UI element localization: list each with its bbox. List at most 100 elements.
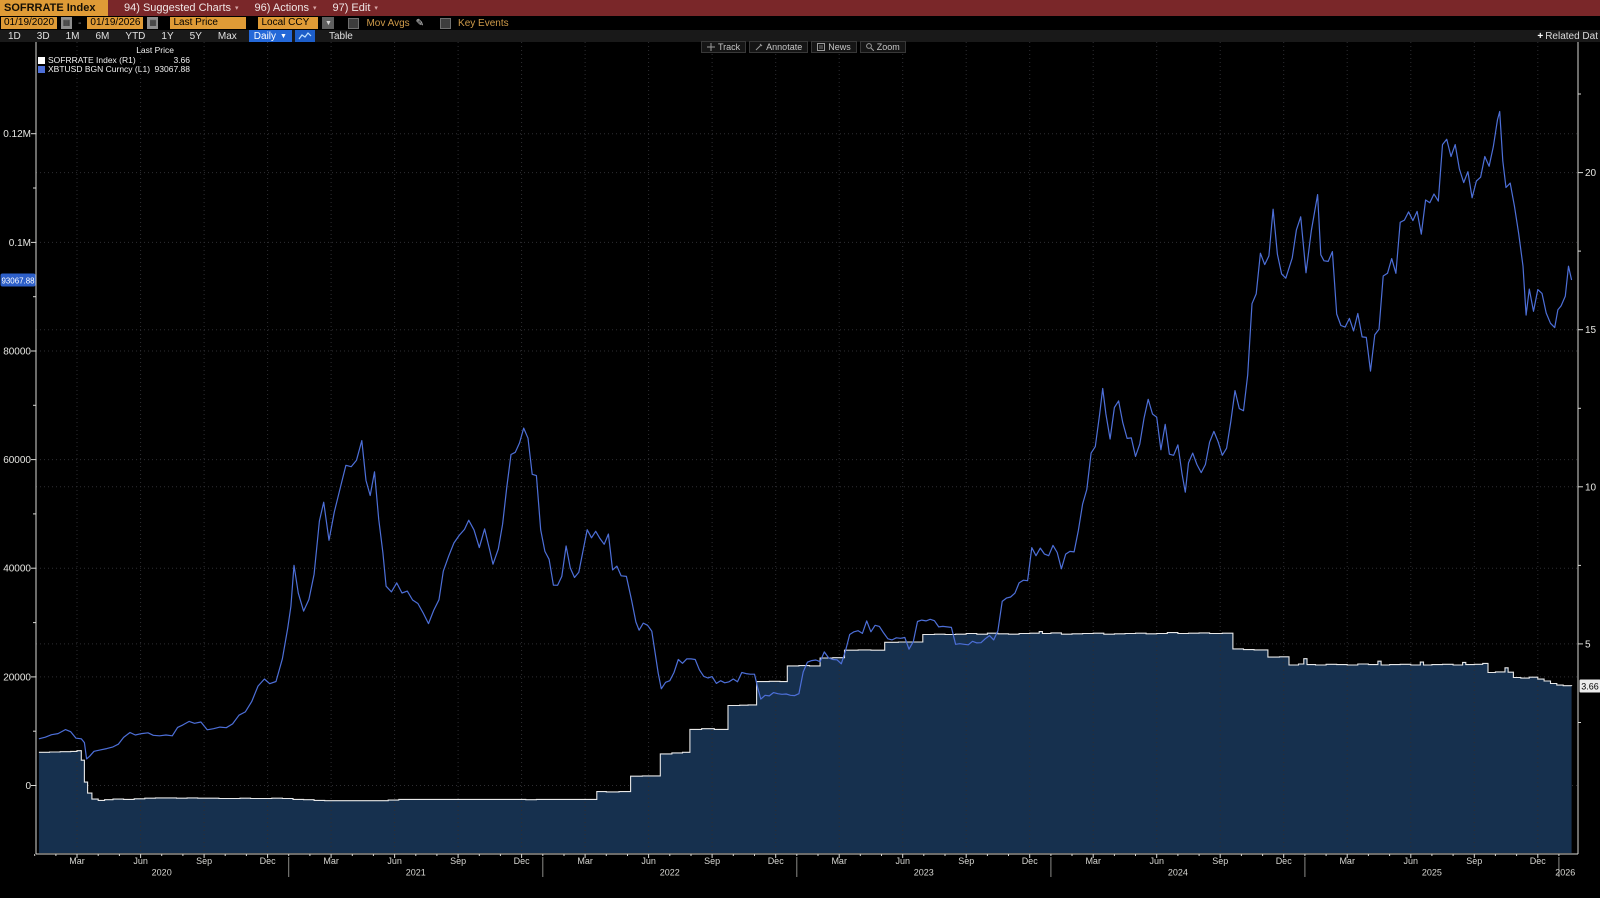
security-field[interactable]: SOFRRATE Index [0,0,108,16]
period-5y[interactable]: 5Y [182,31,210,42]
chevron-down-icon: ▼ [280,33,287,40]
chip-label: Annotate [766,42,802,52]
x-month-label: Sep [704,856,720,866]
period-3d[interactable]: 3D [29,31,58,42]
x-year-label: 2020 [152,868,172,878]
mov-avgs-checkbox[interactable] [348,18,359,29]
date-range-separator: - [78,18,81,29]
line-chart-icon [298,32,312,41]
sofr-last-price-badge-value: 3.66 [1581,682,1599,692]
y-left-label: 0 [25,781,31,792]
x-month-label: Sep [1466,856,1482,866]
legend-row-btc[interactable]: XBTUSD BGN Curncy (L1) 93067.88 [38,65,190,75]
frequency-dropdown[interactable]: Daily ▼ [249,30,292,42]
x-month-label: Mar [69,856,85,866]
pencil-icon [755,43,763,51]
x-month-label: Sep [1212,856,1228,866]
x-year-label: 2023 [914,868,934,878]
y-left-label: 60000 [3,455,31,466]
annotate-button[interactable]: Annotate [749,41,808,53]
x-month-label: Dec [1276,856,1293,866]
security-name: SOFRRATE Index [4,2,95,14]
y-left-label: 0.12M [3,129,31,140]
chip-label: Track [718,42,740,52]
x-month-label: Dec [260,856,277,866]
y-left-label: 80000 [3,347,31,358]
period-1d[interactable]: 1D [0,31,29,42]
x-year-label: 2026 [1555,868,1575,878]
x-month-label: Dec [514,856,531,866]
x-month-label: Dec [1530,856,1547,866]
pencil-icon[interactable]: ✎ [416,18,424,29]
table-button[interactable]: Table [329,31,353,42]
key-events-label: Key Events [458,18,509,29]
field-selector[interactable]: Last Price [170,17,246,29]
x-year-label: 2021 [406,868,426,878]
control-bar: 01/19/2020 ▦ - 01/19/2026 ▦ Last Price Loc… [0,16,1600,30]
legend-series-value: 93067.88 [155,65,190,75]
menu-actions[interactable]: 96) Actions ▾ [255,2,317,14]
related-data-button[interactable]: + Related Dat [1537,30,1598,42]
news-button[interactable]: News [811,41,857,53]
x-month-label: Jun [641,856,656,866]
zoom-button[interactable]: Zoom [860,41,906,53]
x-month-label: Mar [323,856,339,866]
crosshair-icon [707,43,715,51]
chip-label: News [828,42,851,52]
y-left-label: 40000 [3,564,31,575]
x-year-label: 2022 [660,868,680,878]
period-ytd[interactable]: YTD [117,31,153,42]
mov-avgs-label: Mov Avgs [366,18,409,29]
chevron-down-icon: ▾ [235,4,239,12]
x-month-label: Sep [196,856,212,866]
btc-last-price-badge-value: 93067.88 [2,276,35,286]
period-max[interactable]: Max [210,31,245,42]
price-chart: 0.12M 0.1M 80000 60000 40000 20000 0 20 15 10 5 Mar… [0,0,1600,898]
menu-suggested-charts[interactable]: 94) Suggested Charts ▾ [124,2,239,14]
chevron-down-icon[interactable]: ▼ [322,17,334,29]
chart-legend: Last Price SOFRRATE Index (R1) 3.66 XBTU… [38,46,190,75]
x-month-label: Sep [450,856,466,866]
calendar-icon[interactable]: ▦ [147,17,158,29]
y-left-label: 0.1M [9,238,31,249]
y-right-label: 20 [1585,168,1597,179]
calendar-icon[interactable]: ▦ [61,17,72,29]
title-bar: SOFRRATE Index 94) Suggested Charts ▾ 96… [0,0,1600,16]
x-month-label: Jun [1149,856,1164,866]
y-left-label: 20000 [3,672,31,683]
news-icon [817,43,825,51]
y-right-label: 5 [1585,639,1591,650]
x-month-label: Dec [1022,856,1039,866]
chevron-down-icon: ▾ [313,4,317,12]
chevron-down-icon: ▾ [374,4,378,12]
end-date-field[interactable]: 01/19/2026 [87,17,143,29]
x-month-label: Jun [1404,856,1419,866]
period-1y[interactable]: 1Y [153,31,181,42]
track-button[interactable]: Track [701,41,746,53]
chart-type-button[interactable] [295,30,315,42]
btc-swatch [38,66,45,73]
y-right-label: 10 [1585,482,1597,493]
x-month-label: Mar [1339,856,1355,866]
key-events-checkbox[interactable] [440,18,451,29]
x-month-label: Jun [133,856,148,866]
plot-area[interactable] [36,42,1578,854]
chart-toolbar: Track Annotate News Zoom [701,41,906,53]
chip-label: Zoom [877,42,900,52]
menu-label: 97) Edit [332,2,370,14]
period-6m[interactable]: 6M [88,31,118,42]
start-date-field[interactable]: 01/19/2020 [1,17,57,29]
x-month-label: Jun [895,856,910,866]
x-month-label: Jun [387,856,402,866]
x-month-label: Dec [768,856,785,866]
menu-edit[interactable]: 97) Edit ▾ [332,2,377,14]
frequency-label: Daily [254,31,276,42]
x-year-label: 2024 [1168,868,1188,878]
period-1m[interactable]: 1M [58,31,88,42]
currency-selector[interactable]: Local CCY [258,17,318,29]
sofr-swatch [38,57,45,64]
legend-series-name: XBTUSD BGN Curncy (L1) [48,65,150,75]
x-month-label: Mar [831,856,847,866]
menu-label: 94) Suggested Charts [124,2,231,14]
y-right-label: 15 [1585,325,1597,336]
